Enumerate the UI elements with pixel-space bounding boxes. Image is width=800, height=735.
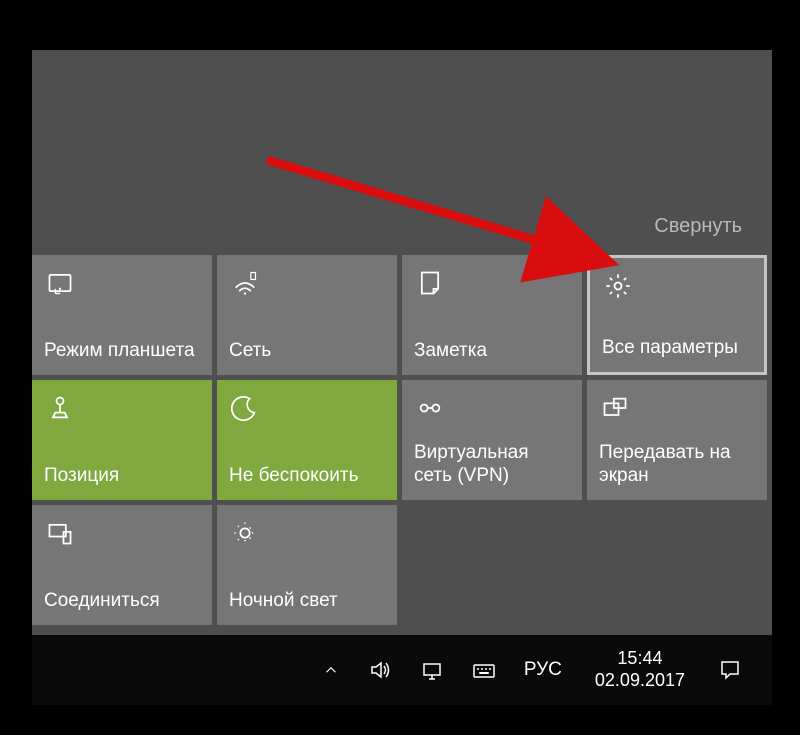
action-center-icon[interactable] [708, 635, 752, 705]
settings-icon [602, 270, 634, 302]
tile-do-not-disturb[interactable]: Не беспокоить [217, 380, 397, 500]
tile-night-light[interactable]: Ночной свет [217, 505, 397, 625]
tile-label: Позиция [44, 465, 200, 488]
tile-vpn[interactable]: Виртуальная сеть (VPN) [402, 380, 582, 500]
tile-label: Все параметры [602, 337, 752, 360]
tile-note[interactable]: Заметка [402, 255, 582, 375]
date-text: 02.09.2017 [595, 670, 685, 692]
language-indicator[interactable]: РУС [514, 635, 572, 705]
network-tray-icon[interactable] [410, 635, 454, 705]
tile-network[interactable]: Сеть [217, 255, 397, 375]
tile-tablet-mode[interactable]: Режим планшета [32, 255, 212, 375]
note-icon [414, 267, 446, 299]
tile-label: Не беспокоить [229, 465, 385, 488]
tile-connect[interactable]: Соединиться [32, 505, 212, 625]
tile-label: Режим планшета [44, 340, 200, 363]
connect-icon [44, 517, 76, 549]
tablet-mode-icon [44, 267, 76, 299]
location-icon [44, 392, 76, 424]
tile-location[interactable]: Позиция [32, 380, 212, 500]
tray-chevron[interactable] [312, 635, 350, 705]
action-center-panel: Свернуть Режим планшета Сеть [32, 50, 772, 635]
time-text: 15:44 [617, 648, 662, 670]
tile-label: Соединиться [44, 590, 200, 613]
collapse-link[interactable]: Свернуть [654, 215, 742, 238]
tile-project[interactable]: Передавать на экран [587, 380, 767, 500]
clock[interactable]: 15:44 02.09.2017 [580, 635, 700, 705]
network-icon [229, 267, 261, 299]
tile-all-settings[interactable]: Все параметры [587, 255, 767, 375]
tile-label: Ночной свет [229, 590, 385, 613]
screenshot-frame: Свернуть Режим планшета Сеть [15, 15, 785, 720]
tile-label: Виртуальная сеть (VPN) [414, 442, 570, 488]
moon-icon [229, 392, 261, 424]
tile-label: Сеть [229, 340, 385, 363]
tile-label: Заметка [414, 340, 570, 363]
tile-label: Передавать на экран [599, 442, 755, 488]
project-icon [599, 392, 631, 424]
quick-action-tiles: Режим планшета Сеть Заметка Все параметр… [32, 255, 767, 625]
night-light-icon [229, 517, 261, 549]
vpn-icon [414, 392, 446, 424]
keyboard-icon[interactable] [462, 635, 506, 705]
volume-icon[interactable] [358, 635, 402, 705]
taskbar: РУС 15:44 02.09.2017 [32, 635, 772, 705]
